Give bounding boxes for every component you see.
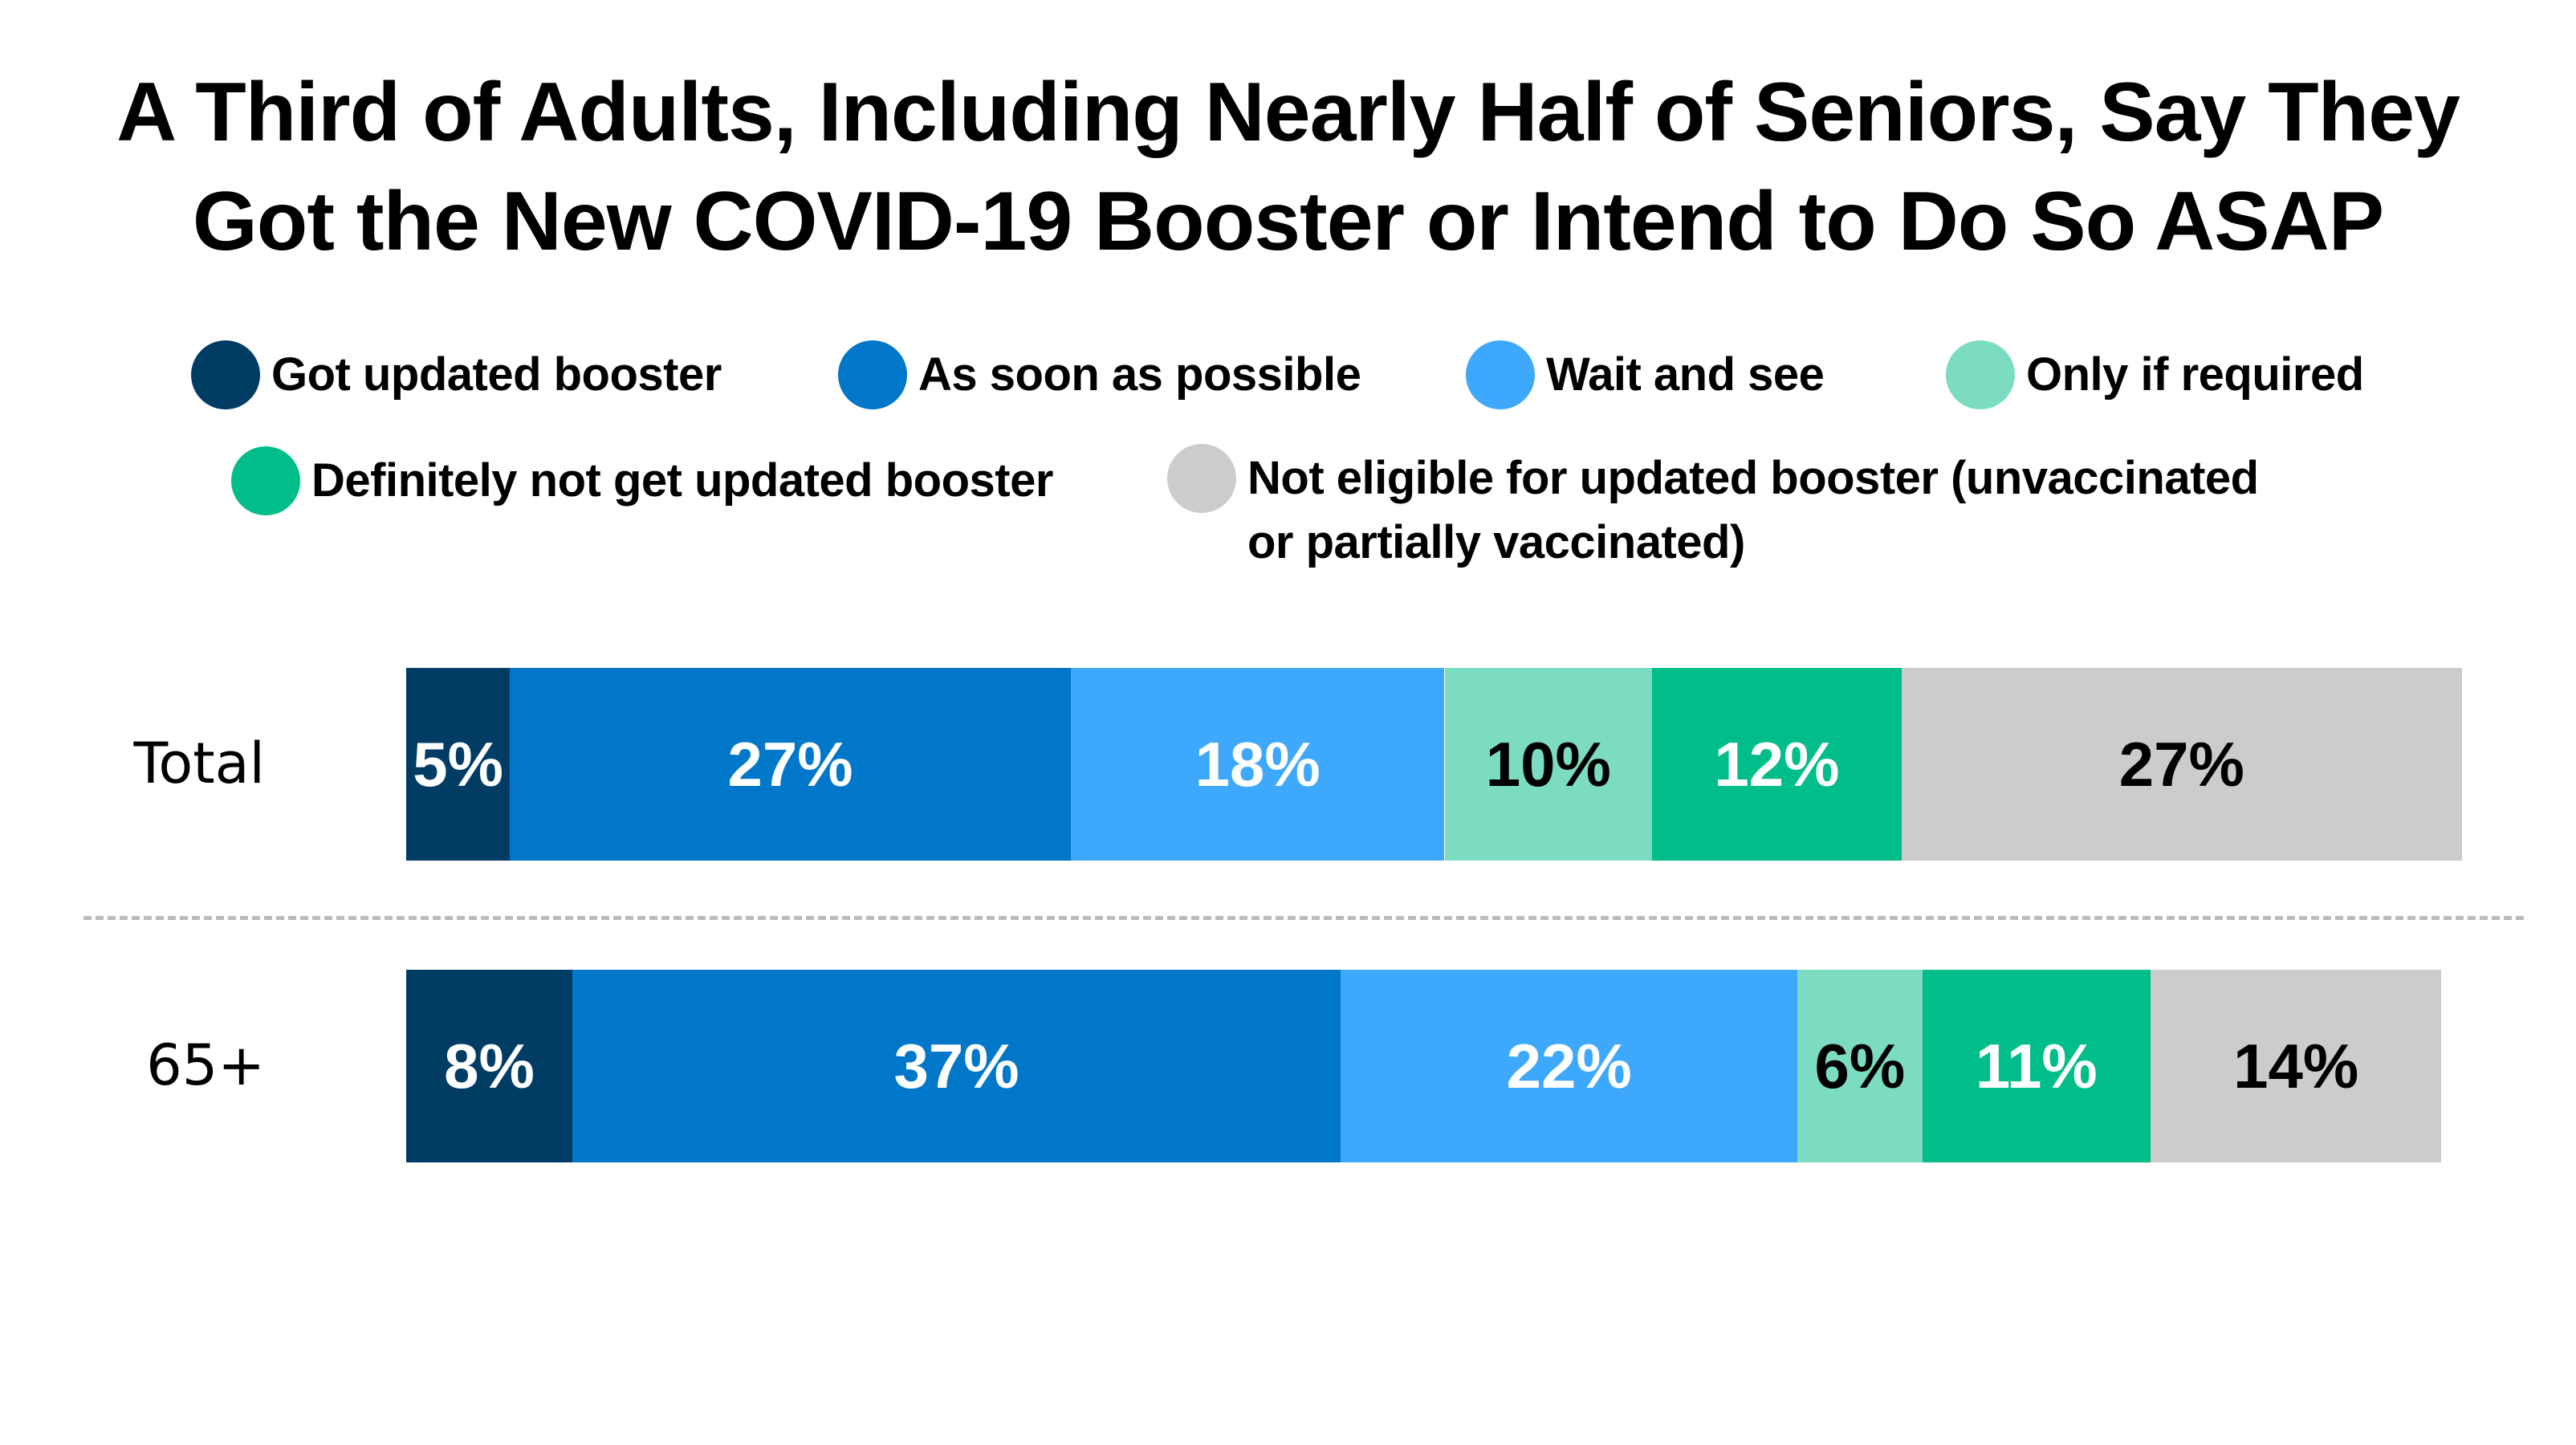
- chart-title-line-2: Got the New COVID-19 Booster or Intend t…: [192, 175, 2384, 268]
- row-label-total: Total: [133, 731, 265, 796]
- bar-segment-only-if-required: 6%: [1797, 970, 1923, 1162]
- bar-segment-definitely-not-get-updated-boo: 12%: [1652, 668, 1902, 861]
- legend-swatch-icon: [191, 340, 260, 409]
- chart-title-line-1: A Third of Adults, Including Nearly Half…: [116, 66, 2460, 159]
- data-label: 6%: [1814, 1030, 1906, 1101]
- data-label: 12%: [1714, 728, 1840, 800]
- chart-title: A Third of Adults, Including Nearly Half…: [0, 58, 2576, 276]
- bar-segment-wait-and-see: 22%: [1341, 970, 1798, 1162]
- legend-swatch-icon: [838, 340, 907, 409]
- legend-label: Got updated booster: [271, 348, 722, 401]
- legend-label: Wait and see: [1546, 348, 1825, 401]
- legend-item-not-eligible: Not eligible for updated booster (unvacc…: [1167, 444, 2259, 575]
- legend-item-wait-and-see: Wait and see: [1466, 340, 1825, 409]
- bar-row-65-plus: 8% 37% 22% 6% 11% 14%: [406, 970, 2442, 1162]
- legend-label: Not eligible for updated booster (unvacc…: [1247, 446, 2259, 575]
- bar-segment-got-updated-booster: 5%: [406, 668, 511, 861]
- bar-segment-not-eligible-for-updated-boost: 14%: [2151, 970, 2442, 1162]
- data-label: 14%: [2233, 1030, 2359, 1101]
- data-label: 37%: [893, 1030, 1019, 1101]
- legend-label-line-2: or partially vaccinated): [1247, 516, 1745, 568]
- group-divider: [83, 916, 2524, 920]
- bar-segment-wait-and-see: 18%: [1070, 668, 1445, 861]
- data-label: 5%: [413, 728, 504, 800]
- data-label: 27%: [2118, 728, 2244, 800]
- bar-segment-definitely-not-get-updated-boo: 11%: [1922, 970, 2151, 1162]
- legend-swatch-icon: [1167, 444, 1236, 513]
- legend-swatch-icon: [231, 446, 300, 515]
- legend-item-definitely-not: Definitely not get updated booster: [231, 446, 1053, 515]
- legend-swatch-icon: [1466, 340, 1535, 409]
- legend-item-as-soon-as-possible: As soon as possible: [838, 340, 1361, 409]
- legend-item-only-if-required: Only if required: [1946, 340, 2364, 409]
- bar-row-total: 5% 27% 18% 10% 12% 27%: [406, 668, 2463, 861]
- row-label-65-plus: 65+: [146, 1032, 265, 1098]
- legend-label: Definitely not get updated booster: [311, 454, 1053, 507]
- bar-segment-as-soon-as-possible: 27%: [510, 668, 1071, 861]
- legend-item-got-updated-booster: Got updated booster: [191, 340, 722, 409]
- bar-segment-only-if-required: 10%: [1444, 668, 1653, 861]
- data-label: 11%: [1975, 1030, 2098, 1101]
- legend-swatch-icon: [1946, 340, 2015, 409]
- data-label: 10%: [1485, 728, 1611, 800]
- data-label: 22%: [1506, 1030, 1632, 1101]
- data-label: 18%: [1194, 728, 1321, 800]
- data-label: 27%: [727, 728, 853, 800]
- bar-segment-got-updated-booster: 8%: [406, 970, 572, 1162]
- legend-label: As soon as possible: [918, 348, 1361, 401]
- data-label: 8%: [444, 1030, 535, 1101]
- bar-segment-as-soon-as-possible: 37%: [572, 970, 1341, 1162]
- legend-label-line-1: Not eligible for updated booster (unvacc…: [1247, 452, 2259, 504]
- bar-segment-not-eligible-for-updated-boost: 27%: [1901, 668, 2463, 861]
- legend-label: Only if required: [2026, 348, 2364, 401]
